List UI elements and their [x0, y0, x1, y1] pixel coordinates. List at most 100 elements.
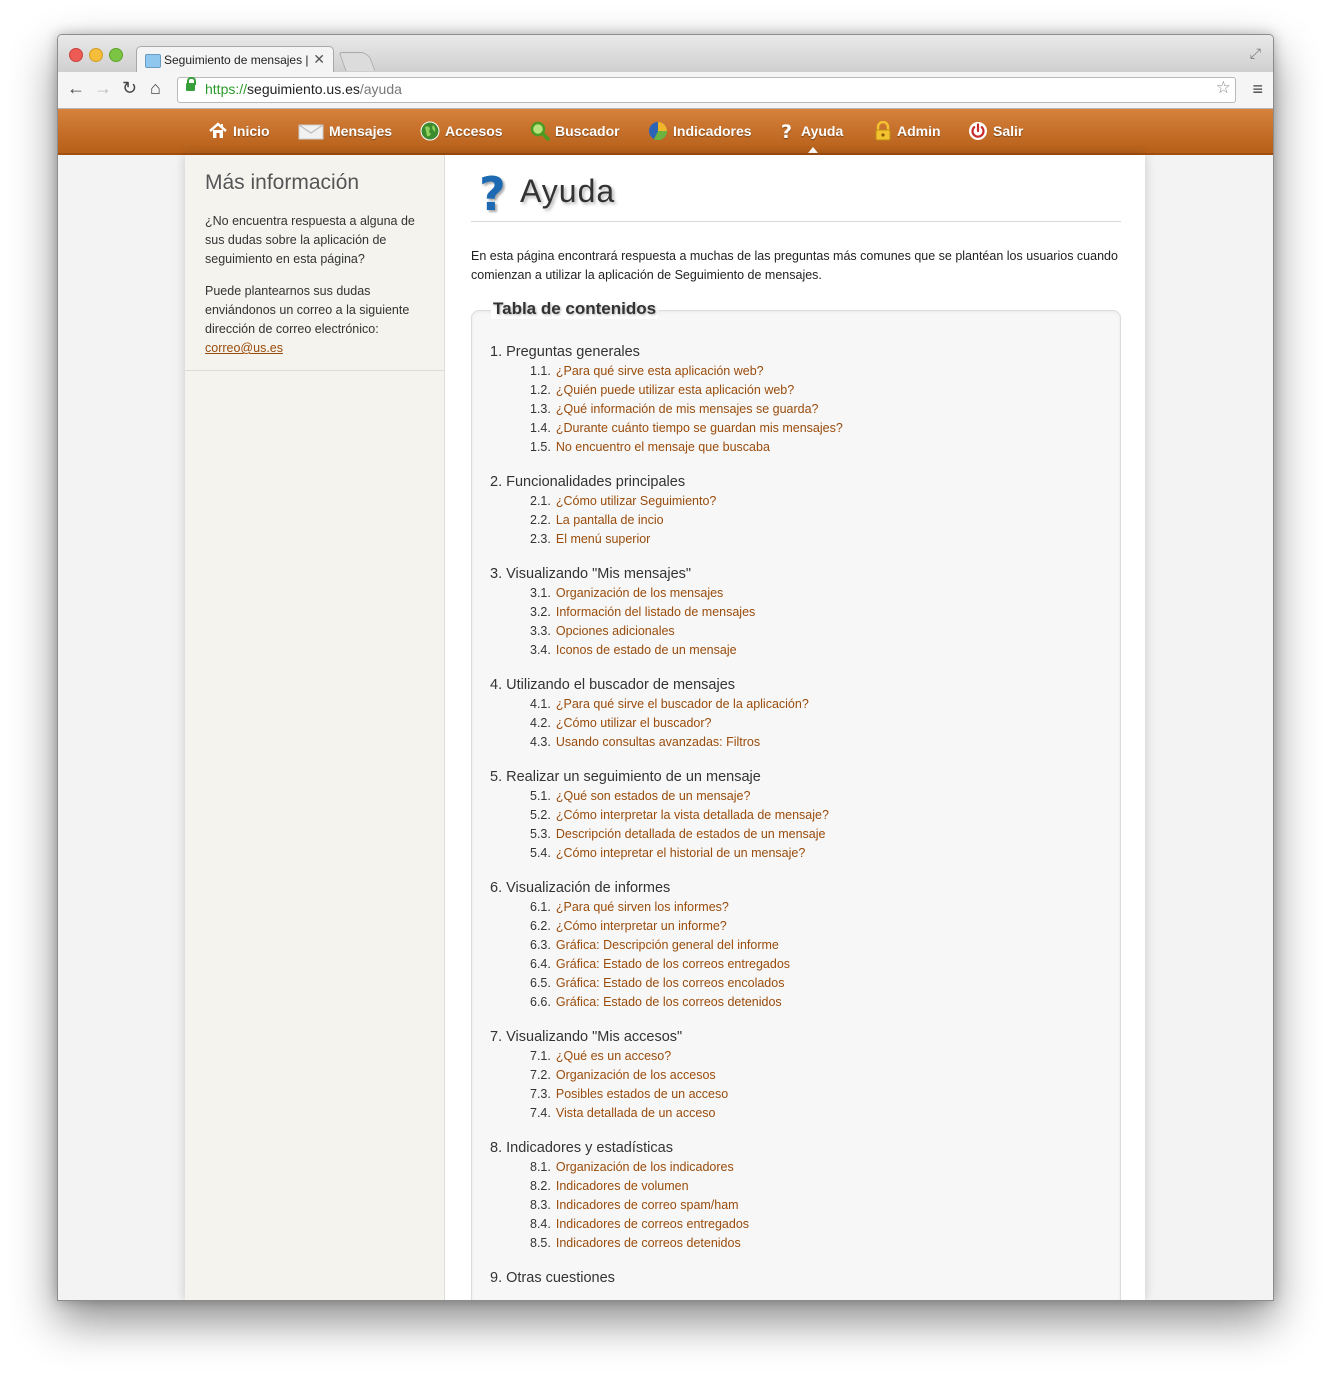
toc-item-link[interactable]: Gráfica: Estado de los correos encolados — [556, 976, 785, 990]
toc-item-link[interactable]: ¿Para qué sirve el buscador de la aplica… — [556, 697, 809, 711]
globe-icon — [420, 121, 440, 141]
toc-section-title[interactable]: 3. Visualizando "Mis mensajes" — [490, 564, 1100, 584]
toc-item-link[interactable]: El menú superior — [556, 532, 651, 546]
toc-section-title[interactable]: 4. Utilizando el buscador de mensajes — [490, 675, 1100, 695]
toc-item-number: 5.2. — [530, 808, 551, 822]
browser-menu-icon[interactable]: ≡ — [1252, 79, 1263, 100]
fullscreen-icon[interactable]: ⤢ — [1250, 45, 1261, 62]
toc-item-number: 6.1. — [530, 900, 551, 914]
toc-item-number: 7.3. — [530, 1087, 551, 1101]
toc-item-link[interactable]: ¿Quién puede utilizar esta aplicación we… — [556, 383, 794, 397]
sidebar: Más información ¿No encuentra respuesta … — [185, 155, 445, 1300]
toc-section-title[interactable]: 9. Otras cuestiones — [490, 1268, 1100, 1288]
sidebar-divider — [185, 370, 444, 371]
zoom-window-button[interactable] — [109, 48, 123, 62]
toc-section-title[interactable]: 6. Visualización de informes — [490, 878, 1100, 898]
toc-list: 1. Preguntas generales 1.1. ¿Para qué sirv… — [490, 342, 1100, 1300]
toc-item-number: 8.2. — [530, 1179, 551, 1193]
toc-item: 7.4. Vista detallada de un acceso — [530, 1104, 1100, 1123]
toc-item-number: 6.4. — [530, 957, 551, 971]
toc-item-link[interactable]: Gráfica: Estado de los correos detenidos — [556, 995, 782, 1009]
forward-arrow-icon[interactable]: → — [94, 78, 112, 99]
toc-section: 9. Otras cuestiones — [490, 1268, 1100, 1288]
tab-strip: Seguimiento de mensajes | A ✕ ⤢ — [58, 35, 1273, 74]
toc-item: 8.1. Organización de los indicadores — [530, 1158, 1100, 1177]
toc-item: 6.1. ¿Para qué sirven los informes? — [530, 898, 1100, 917]
toc-item-link[interactable]: Organización de los indicadores — [556, 1160, 734, 1174]
browser-tab[interactable]: Seguimiento de mensajes | A ✕ — [136, 46, 334, 74]
toc-item-number: 7.4. — [530, 1106, 551, 1120]
nav-salir[interactable]: Salir — [968, 109, 1023, 153]
sidebar-text-2: Puede plantearnos sus dudas enviándonos … — [205, 284, 410, 355]
toc-item-link[interactable]: Organización de los mensajes — [556, 586, 723, 600]
toc-item-link[interactable]: Usando consultas avanzadas: Filtros — [556, 735, 760, 749]
bookmark-star-icon[interactable]: ☆ — [1216, 78, 1231, 98]
toc-item-link[interactable]: No encuentro el mensaje que buscaba — [556, 440, 770, 454]
toc-item-link[interactable]: Opciones adicionales — [556, 624, 675, 638]
toc-item-link[interactable]: Información del listado de mensajes — [556, 605, 755, 619]
toc-item-link[interactable]: Iconos de estado de un mensaje — [556, 643, 737, 657]
toc-section: 6. Visualización de informes 6.1. ¿Para qu… — [490, 878, 1100, 1012]
toc-item-link[interactable]: Indicadores de correos detenidos — [556, 1236, 741, 1250]
toc-item-number: 3.2. — [530, 605, 551, 619]
contact-email-link[interactable]: correo@us.es — [205, 341, 283, 355]
toc-item-link[interactable]: Gráfica: Estado de los correos entregado… — [556, 957, 790, 971]
nav-mensajes[interactable]: Mensajes — [298, 109, 392, 153]
toc-item-link[interactable]: ¿Para qué sirven los informes? — [556, 900, 729, 914]
toc-item-link[interactable]: Descripción detallada de estados de un m… — [556, 827, 826, 841]
nav-admin[interactable]: Admin — [874, 109, 941, 153]
toc-item: 4.2. ¿Cómo utilizar el buscador? — [530, 714, 1100, 733]
toc-item-number: 8.4. — [530, 1217, 551, 1231]
toc-item-link[interactable]: Gráfica: Descripción general del informe — [556, 938, 779, 952]
toc-item: 5.4. ¿Cómo intepretar el historial de un … — [530, 844, 1100, 863]
toc-item-link[interactable]: ¿Cómo interpretar un informe? — [556, 919, 727, 933]
nav-indicadores[interactable]: Indicadores — [648, 109, 752, 153]
toc-item: 1.5. No encuentro el mensaje que buscaba — [530, 438, 1100, 457]
toc-section-title[interactable]: 5. Realizar un seguimiento de un mensaje — [490, 767, 1100, 787]
toc-item-link[interactable]: ¿Cómo interpretar la vista detallada de … — [556, 808, 829, 822]
toc-item-link[interactable]: ¿Cómo intepretar el historial de un mens… — [556, 846, 805, 860]
toc-item-link[interactable]: ¿Para qué sirve esta aplicación web? — [556, 364, 764, 378]
toc-section-title[interactable]: 7. Visualizando "Mis accesos" — [490, 1027, 1100, 1047]
toc-section: 7. Visualizando "Mis accesos" 7.1. ¿Qué es… — [490, 1027, 1100, 1123]
toc-item-link[interactable]: ¿Cómo utilizar Seguimiento? — [556, 494, 717, 508]
browser-window: Seguimiento de mensajes | A ✕ ⤢ ← → ↻ ⌂ … — [57, 34, 1274, 1301]
toc-item-link[interactable]: Indicadores de correos entregados — [556, 1217, 749, 1231]
back-arrow-icon[interactable]: ← — [67, 78, 85, 99]
toc-item-link[interactable]: La pantalla de incio — [556, 513, 664, 527]
top-navigation: Inicio Mensajes Accesos Buscador Indicad… — [58, 109, 1273, 155]
toc-item-number: 3.4. — [530, 643, 551, 657]
toc-item-link[interactable]: Indicadores de volumen — [556, 1179, 689, 1193]
toc-item-link[interactable]: ¿Qué información de mis mensajes se guar… — [556, 402, 819, 416]
toc-item-link[interactable]: ¿Durante cuánto tiempo se guardan mis me… — [556, 421, 843, 435]
tab-close-icon[interactable]: ✕ — [313, 51, 325, 68]
nav-accesos[interactable]: Accesos — [420, 109, 503, 153]
reload-icon[interactable]: ↻ — [122, 78, 137, 99]
intro-text: En esta página encontrará respuesta a mu… — [471, 249, 1118, 282]
toc-item: 8.3. Indicadores de correo spam/ham — [530, 1196, 1100, 1215]
toc-item-number: 6.2. — [530, 919, 551, 933]
toc-item-number: 8.3. — [530, 1198, 551, 1212]
toc-section-title[interactable]: 1. Preguntas generales — [490, 342, 1100, 362]
favicon-icon — [145, 54, 161, 68]
toc-item-link[interactable]: ¿Cómo utilizar el buscador? — [556, 716, 712, 730]
toc-item-link[interactable]: Posibles estados de un acceso — [556, 1087, 728, 1101]
toc-section-title[interactable]: 8. Indicadores y estadísticas — [490, 1138, 1100, 1158]
nav-buscador[interactable]: Buscador — [530, 109, 620, 153]
home-button-icon[interactable]: ⌂ — [150, 78, 161, 99]
address-bar[interactable]: https://seguimiento.us.es/ayuda ☆ — [177, 77, 1236, 103]
toc-item-link[interactable]: Indicadores de correo spam/ham — [556, 1198, 739, 1212]
nav-inicio[interactable]: Inicio — [208, 109, 270, 153]
close-window-button[interactable] — [69, 48, 83, 62]
minimize-window-button[interactable] — [89, 48, 103, 62]
toc-item-link[interactable]: ¿Qué son estados de un mensaje? — [556, 789, 751, 803]
toc-item: 7.1. ¿Qué es un acceso? — [530, 1047, 1100, 1066]
new-tab-button[interactable] — [338, 52, 376, 71]
toc-item: 6.5. Gráfica: Estado de los correos encol… — [530, 974, 1100, 993]
toc-section-title[interactable]: 2. Funcionalidades principales — [490, 472, 1100, 492]
toc-item: 8.2. Indicadores de volumen — [530, 1177, 1100, 1196]
toc-item-link[interactable]: ¿Qué es un acceso? — [556, 1049, 671, 1063]
toc-item-link[interactable]: Organización de los accesos — [556, 1068, 716, 1082]
toc-item-number: 7.2. — [530, 1068, 551, 1082]
toc-item-link[interactable]: Vista detallada de un acceso — [556, 1106, 716, 1120]
